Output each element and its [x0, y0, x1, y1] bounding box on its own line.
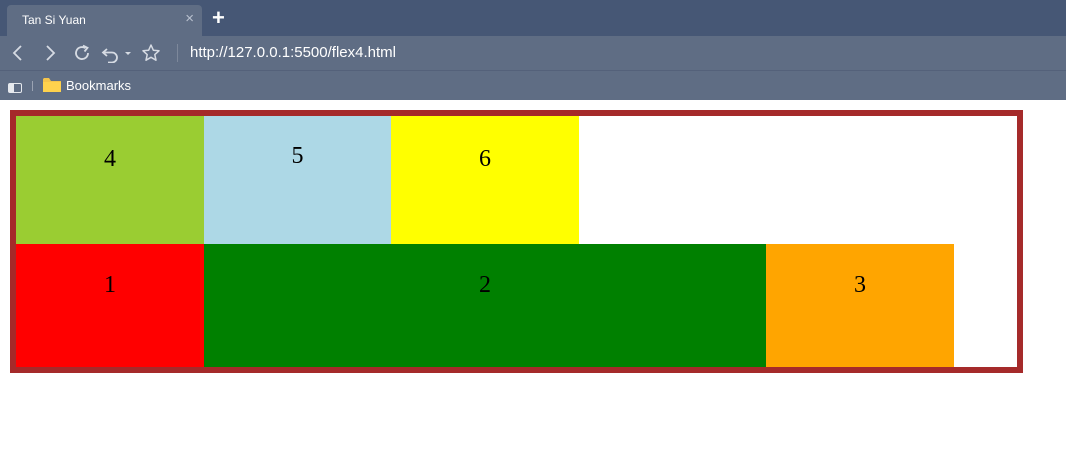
bookmarks-divider: [32, 81, 33, 91]
flex-item-4: 4: [16, 116, 204, 244]
undo-menu-icon[interactable]: [101, 43, 133, 63]
toolbar-divider: [177, 44, 178, 62]
new-tab-button[interactable]: +: [212, 7, 225, 29]
back-icon[interactable]: [8, 43, 28, 63]
browser-tab[interactable]: Tan Si Yuan ×: [7, 5, 202, 36]
flex-item-3: 3: [766, 244, 954, 367]
sidebar-toggle-icon[interactable]: [8, 80, 22, 98]
flex-item-5: 5: [204, 116, 391, 244]
address-bar[interactable]: http://127.0.0.1:5500/flex4.html: [190, 44, 396, 61]
folder-icon: [43, 77, 61, 98]
tab-title: Tan Si Yuan: [22, 13, 86, 27]
flex-item-label: 1: [104, 272, 116, 298]
flex-item-label: 4: [104, 146, 116, 172]
bookmarks-folder-label[interactable]: Bookmarks: [66, 78, 131, 93]
close-tab-icon[interactable]: ×: [185, 11, 194, 27]
forward-icon[interactable]: [40, 43, 60, 63]
flex-item-label: 5: [291, 143, 304, 169]
flex-item-6: 6: [391, 116, 579, 244]
bookmarks-bar: Bookmarks: [0, 70, 1066, 100]
flex-item-label: 2: [479, 272, 491, 298]
tab-bar: Tan Si Yuan × +: [0, 0, 1066, 36]
reload-icon[interactable]: [72, 43, 92, 63]
flex-item-2: 2: [204, 244, 766, 367]
flex-container: 4 5 6 1 2 3: [10, 110, 1023, 373]
star-bookmark-icon[interactable]: [141, 43, 161, 63]
flex-item-label: 6: [479, 146, 491, 172]
flex-item-label: 3: [854, 272, 866, 298]
flex-item-1: 1: [16, 244, 204, 367]
navigation-bar: http://127.0.0.1:5500/flex4.html: [0, 36, 1066, 70]
